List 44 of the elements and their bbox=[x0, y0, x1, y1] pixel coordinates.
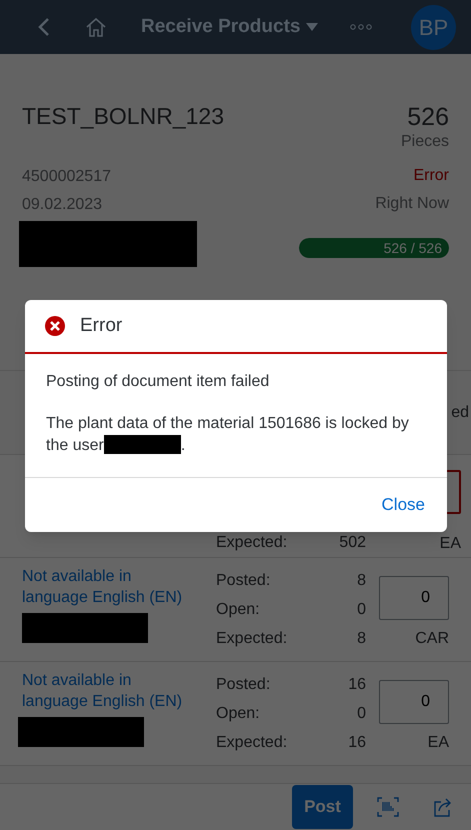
object-title: TEST_BOLNR_123 bbox=[22, 102, 224, 130]
unit-label: EA bbox=[428, 732, 449, 752]
unit-label: EA bbox=[440, 534, 461, 554]
stat-label: Expected: bbox=[216, 732, 288, 752]
stat-value: 8 bbox=[357, 628, 366, 648]
unit-label: CAR bbox=[415, 628, 449, 648]
stat-label: Open: bbox=[216, 600, 260, 620]
dialog-message: Posting of document item failed bbox=[46, 372, 270, 392]
stat-value: 8 bbox=[357, 570, 366, 590]
app-title-menu[interactable]: Receive Products bbox=[141, 12, 318, 42]
close-button[interactable]: Close bbox=[382, 492, 425, 518]
error-icon bbox=[45, 316, 65, 336]
product-link[interactable]: Not available in language English (EN) bbox=[22, 566, 197, 608]
stat-value: 0 bbox=[357, 600, 366, 620]
progress-label: 526 / 526 bbox=[384, 239, 442, 258]
stat-value: 16 bbox=[348, 674, 366, 694]
stat-label: Posted: bbox=[216, 674, 270, 694]
dialog-message: The plant data of the material 1501686 is locked by the user . bbox=[46, 414, 410, 456]
stat-label: Expected: bbox=[216, 628, 288, 648]
home-icon[interactable] bbox=[85, 16, 107, 38]
post-button[interactable]: Post bbox=[292, 785, 353, 829]
share-icon[interactable] bbox=[433, 797, 453, 817]
item-count: 526 bbox=[407, 102, 449, 132]
caret-icon bbox=[306, 23, 318, 31]
document-date: 09.02.2023 bbox=[22, 195, 104, 215]
dialog-title: Error bbox=[80, 314, 122, 338]
barcode-scan-icon[interactable] bbox=[377, 797, 399, 817]
product-link[interactable]: Not available in language English (EN) bbox=[22, 670, 197, 712]
stat-label: Posted: bbox=[216, 570, 270, 590]
stat-value: 0 bbox=[357, 704, 366, 724]
overflow-icon[interactable] bbox=[350, 24, 372, 30]
quantity-field[interactable]: 0 bbox=[379, 680, 449, 724]
count-unit: Pieces bbox=[400, 132, 449, 152]
stat-label: Expected: bbox=[216, 533, 288, 553]
column-header-text: ed bbox=[451, 402, 469, 422]
user-avatar[interactable]: BP bbox=[411, 4, 456, 50]
document-number: 4500002517 bbox=[22, 167, 112, 187]
stat-value: 16 bbox=[348, 732, 366, 752]
stat-value: 502 bbox=[339, 533, 366, 553]
stat-label: Open: bbox=[216, 704, 260, 724]
quantity-field[interactable]: 0 bbox=[379, 576, 449, 620]
status-text: Error bbox=[413, 166, 449, 186]
back-icon[interactable] bbox=[37, 17, 51, 37]
time-text: Right Now bbox=[375, 194, 449, 214]
